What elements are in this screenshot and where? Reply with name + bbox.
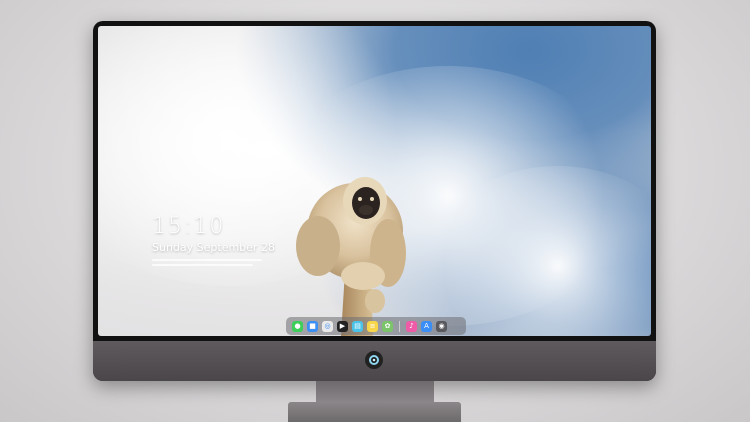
gibbon-wallpaper-image	[296, 177, 406, 336]
app-store-icon[interactable]: A	[421, 320, 432, 332]
finder-icon[interactable]: ■	[307, 320, 318, 332]
music-icon[interactable]: ♪	[406, 320, 417, 332]
messages-icon[interactable]: ●	[292, 320, 303, 332]
notes-icon[interactable]: ≡	[367, 320, 378, 332]
files-icon[interactable]: ▤	[352, 320, 363, 332]
monitor-stand-base	[288, 402, 461, 422]
gibbon-logo-icon	[365, 351, 383, 369]
monitor-frame: 15:10 Sunday September 28 ● ■ ◎ ▶ ▤ ≡ ✿ ♪ A ◉	[93, 21, 656, 381]
dock-separator	[399, 320, 400, 332]
safari-icon[interactable]: ◎	[322, 320, 333, 332]
camera-icon[interactable]: ◉	[436, 320, 447, 332]
lock-screen-message	[152, 259, 262, 275]
lock-screen-date: Sunday September 28	[152, 241, 275, 254]
lock-screen-time: 15:10	[152, 214, 226, 239]
dock: ● ■ ◎ ▶ ▤ ≡ ✿ ♪ A ◉	[286, 317, 466, 335]
desktop-screen: 15:10 Sunday September 28 ● ■ ◎ ▶ ▤ ≡ ✿ ♪ A ◉	[98, 26, 651, 336]
claquette-icon[interactable]: ▶	[337, 320, 348, 332]
photos-icon[interactable]: ✿	[382, 320, 393, 332]
